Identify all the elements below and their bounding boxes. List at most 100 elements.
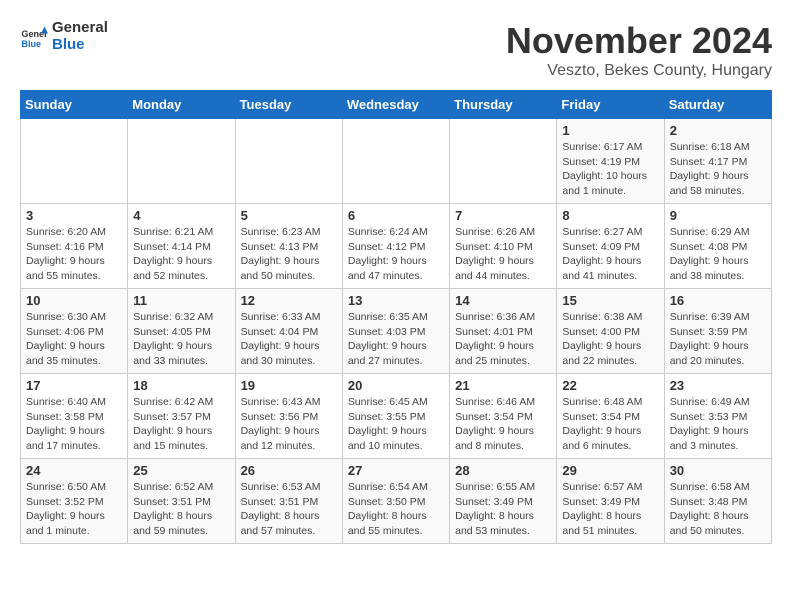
day-info-line: Sunset: 4:08 PM <box>670 240 766 255</box>
day-number: 7 <box>455 208 551 223</box>
svg-text:Blue: Blue <box>21 38 41 48</box>
column-header-tuesday: Tuesday <box>235 91 342 119</box>
day-number: 13 <box>348 293 444 308</box>
day-info-line: Sunset: 3:58 PM <box>26 410 122 425</box>
day-info-line: Daylight: 9 hours and 30 minutes. <box>241 339 337 368</box>
day-info-line: Daylight: 9 hours and 41 minutes. <box>562 254 658 283</box>
calendar-cell: 16Sunrise: 6:39 AMSunset: 3:59 PMDayligh… <box>664 289 771 374</box>
day-info-line: Daylight: 9 hours and 17 minutes. <box>26 424 122 453</box>
day-info-line: Sunrise: 6:54 AM <box>348 480 444 495</box>
day-number: 1 <box>562 123 658 138</box>
week-row-4: 24Sunrise: 6:50 AMSunset: 3:52 PMDayligh… <box>21 459 772 544</box>
calendar-cell: 8Sunrise: 6:27 AMSunset: 4:09 PMDaylight… <box>557 204 664 289</box>
day-info-line: Sunrise: 6:30 AM <box>26 310 122 325</box>
day-info-line: Sunrise: 6:42 AM <box>133 395 229 410</box>
day-info-line: Sunset: 3:49 PM <box>562 495 658 510</box>
day-number: 26 <box>241 463 337 478</box>
day-info-line: Sunrise: 6:35 AM <box>348 310 444 325</box>
logo: General Blue General Blue <box>20 20 108 53</box>
day-number: 21 <box>455 378 551 393</box>
calendar-cell: 24Sunrise: 6:50 AMSunset: 3:52 PMDayligh… <box>21 459 128 544</box>
day-info-line: Sunrise: 6:43 AM <box>241 395 337 410</box>
calendar-cell: 15Sunrise: 6:38 AMSunset: 4:00 PMDayligh… <box>557 289 664 374</box>
day-info-line: Daylight: 9 hours and 12 minutes. <box>241 424 337 453</box>
calendar-cell: 23 Sunrise: 6:49 AMSunset: 3:53 PMDayligh… <box>664 374 771 459</box>
calendar-cell: 9Sunrise: 6:29 AMSunset: 4:08 PMDaylight… <box>664 204 771 289</box>
day-number: 18 <box>133 378 229 393</box>
day-number: 2 <box>670 123 766 138</box>
day-info-line: Sunset: 4:05 PM <box>133 325 229 340</box>
day-info-line: Sunset: 4:10 PM <box>455 240 551 255</box>
day-info-line: Sunset: 3:54 PM <box>455 410 551 425</box>
logo-icon: General Blue <box>20 23 48 51</box>
day-info-line: Daylight: 9 hours and 52 minutes. <box>133 254 229 283</box>
day-info-line: Sunset: 3:49 PM <box>455 495 551 510</box>
day-info-line: Sunrise: 6:50 AM <box>26 480 122 495</box>
day-info-line: Daylight: 9 hours and 38 minutes. <box>670 254 766 283</box>
day-info-line: Sunrise: 6:45 AM <box>348 395 444 410</box>
day-info-line: Sunset: 4:14 PM <box>133 240 229 255</box>
calendar-cell: 11Sunrise: 6:32 AMSunset: 4:05 PMDayligh… <box>128 289 235 374</box>
calendar-cell: 28Sunrise: 6:55 AMSunset: 3:49 PMDayligh… <box>450 459 557 544</box>
day-info-line: Daylight: 8 hours and 55 minutes. <box>348 509 444 538</box>
day-number: 28 <box>455 463 551 478</box>
day-info-line: Sunset: 4:13 PM <box>241 240 337 255</box>
calendar-cell: 19Sunrise: 6:43 AMSunset: 3:56 PMDayligh… <box>235 374 342 459</box>
calendar-table: SundayMondayTuesdayWednesdayThursdayFrid… <box>20 90 772 544</box>
day-number: 6 <box>348 208 444 223</box>
week-row-1: 3Sunrise: 6:20 AMSunset: 4:16 PMDaylight… <box>21 204 772 289</box>
day-info-line: Sunset: 3:51 PM <box>241 495 337 510</box>
day-info-line: Sunrise: 6:24 AM <box>348 225 444 240</box>
day-number: 8 <box>562 208 658 223</box>
day-info-line: Daylight: 8 hours and 59 minutes. <box>133 509 229 538</box>
column-header-wednesday: Wednesday <box>342 91 449 119</box>
day-number: 20 <box>348 378 444 393</box>
calendar-cell: 6Sunrise: 6:24 AMSunset: 4:12 PMDaylight… <box>342 204 449 289</box>
column-header-thursday: Thursday <box>450 91 557 119</box>
day-info-line: Sunset: 4:16 PM <box>26 240 122 255</box>
day-info-line: Sunrise: 6:48 AM <box>562 395 658 410</box>
column-header-sunday: Sunday <box>21 91 128 119</box>
day-info-line: Daylight: 9 hours and 8 minutes. <box>455 424 551 453</box>
day-info-line: Sunset: 3:54 PM <box>562 410 658 425</box>
day-info-line: Sunset: 3:48 PM <box>670 495 766 510</box>
calendar-cell <box>21 119 128 204</box>
day-info-line: Sunrise: 6:38 AM <box>562 310 658 325</box>
day-info-line: Daylight: 9 hours and 50 minutes. <box>241 254 337 283</box>
day-number: 12 <box>241 293 337 308</box>
day-info-line: Sunset: 3:53 PM <box>670 410 766 425</box>
day-number: 14 <box>455 293 551 308</box>
page-header: General Blue General Blue November 2024 … <box>20 20 772 80</box>
day-info-line: Daylight: 9 hours and 6 minutes. <box>562 424 658 453</box>
day-number: 23 <box>670 378 766 393</box>
day-info-line: Daylight: 9 hours and 10 minutes. <box>348 424 444 453</box>
day-info-line: Sunset: 3:50 PM <box>348 495 444 510</box>
day-info-line: Sunrise: 6:49 AM <box>670 395 766 410</box>
day-info-line: Daylight: 9 hours and 3 minutes. <box>670 424 766 453</box>
day-info-line: Daylight: 9 hours and 47 minutes. <box>348 254 444 283</box>
day-info-line: Daylight: 9 hours and 58 minutes. <box>670 169 766 198</box>
day-number: 19 <box>241 378 337 393</box>
day-number: 22 <box>562 378 658 393</box>
calendar-body: 1Sunrise: 6:17 AMSunset: 4:19 PMDaylight… <box>21 119 772 544</box>
day-info-line: Sunset: 3:55 PM <box>348 410 444 425</box>
day-info-line: Daylight: 8 hours and 50 minutes. <box>670 509 766 538</box>
day-info-line: Sunset: 4:09 PM <box>562 240 658 255</box>
day-info-line: Sunset: 4:04 PM <box>241 325 337 340</box>
day-number: 11 <box>133 293 229 308</box>
day-info-line: Sunrise: 6:52 AM <box>133 480 229 495</box>
day-number: 29 <box>562 463 658 478</box>
day-number: 15 <box>562 293 658 308</box>
day-info-line: Sunset: 3:52 PM <box>26 495 122 510</box>
week-row-0: 1Sunrise: 6:17 AMSunset: 4:19 PMDaylight… <box>21 119 772 204</box>
day-number: 3 <box>26 208 122 223</box>
day-number: 10 <box>26 293 122 308</box>
day-number: 17 <box>26 378 122 393</box>
calendar-cell: 26Sunrise: 6:53 AMSunset: 3:51 PMDayligh… <box>235 459 342 544</box>
day-info-line: Sunrise: 6:17 AM <box>562 140 658 155</box>
calendar-cell <box>235 119 342 204</box>
day-number: 5 <box>241 208 337 223</box>
day-info-line: Daylight: 9 hours and 27 minutes. <box>348 339 444 368</box>
day-info-line: Sunrise: 6:33 AM <box>241 310 337 325</box>
day-info-line: Sunset: 3:57 PM <box>133 410 229 425</box>
